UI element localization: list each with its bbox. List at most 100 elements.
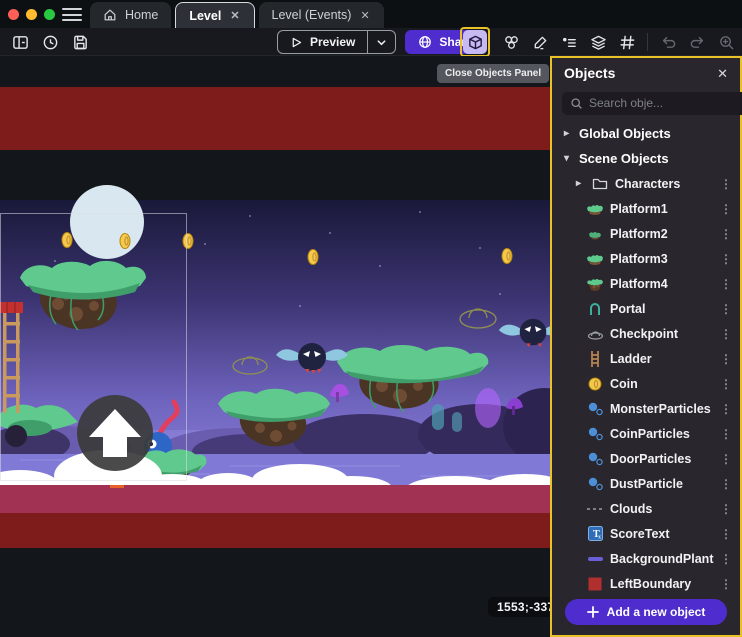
kebab-menu-icon[interactable]: ⋮ — [720, 502, 730, 516]
object-label: DustParticle — [610, 477, 714, 491]
save-icon[interactable] — [68, 30, 92, 54]
kebab-menu-icon[interactable]: ⋮ — [720, 177, 730, 191]
object-item-portal[interactable]: Portal ⋮ — [552, 296, 740, 321]
objects-tree: ▸ Global Objects ▾ Scene Objects ▸Charac… — [552, 118, 740, 591]
object-item-coinparticles[interactable]: CoinParticles⋮ — [552, 421, 740, 446]
object-item-platform3[interactable]: Platform3⋮ — [552, 246, 740, 271]
kebab-menu-icon[interactable]: ⋮ — [720, 577, 730, 591]
object-label: Platform1 — [610, 202, 714, 216]
portal-thumbnail — [586, 301, 604, 317]
kebab-menu-icon[interactable]: ⋮ — [720, 327, 730, 341]
play-icon — [290, 36, 303, 49]
section-scene-objects[interactable]: ▾ Scene Objects — [552, 146, 740, 171]
object-item-leftboundary[interactable]: LeftBoundary ⋮ — [552, 571, 740, 591]
object-label: Platform4 — [610, 277, 714, 291]
kebab-menu-icon[interactable]: ⋮ — [720, 527, 730, 541]
close-window-button[interactable] — [8, 9, 19, 20]
grid-icon[interactable] — [615, 30, 639, 54]
edit-pencil-icon[interactable] — [528, 30, 552, 54]
object-label: Coin — [610, 377, 714, 391]
caret-right-icon: ▸ — [576, 178, 585, 189]
home-icon — [103, 8, 117, 22]
particles-thumbnail — [586, 476, 604, 492]
preview-button[interactable]: Preview — [277, 30, 396, 54]
object-item-platform1[interactable]: Platform1 ⋮ — [552, 196, 740, 221]
object-label: BackgroundPlants — [610, 552, 714, 566]
maximize-window-button[interactable] — [44, 9, 55, 20]
section-global-objects[interactable]: ▸ Global Objects — [552, 121, 740, 146]
highlight-box — [460, 27, 490, 57]
tab-bar: Home Level ✕ Level (Events) ✕ — [90, 0, 384, 28]
object-item-doorparticles[interactable]: DoorParticles⋮ — [552, 446, 740, 471]
purple-bar-thumbnail — [586, 551, 604, 567]
folder-icon — [591, 176, 609, 192]
redo-icon[interactable] — [685, 30, 709, 54]
close-panel-icon[interactable]: ✕ — [717, 67, 728, 80]
object-item-ladder[interactable]: Ladder⋮ — [552, 346, 740, 371]
jump-arrow-button[interactable] — [77, 395, 153, 471]
tab-level[interactable]: Level ✕ — [175, 2, 254, 28]
object-item-checkpoint[interactable]: Checkpoint ⋮ — [552, 321, 740, 346]
object-search-box[interactable] — [562, 92, 742, 115]
objects-panel-title: Objects — [564, 65, 615, 81]
kebab-menu-icon[interactable]: ⋮ — [720, 402, 730, 416]
kebab-menu-icon[interactable]: ⋮ — [720, 552, 730, 566]
platform-dirt-thumbnail — [586, 276, 604, 292]
caret-down-icon: ▾ — [564, 153, 573, 164]
object-properties-icon[interactable] — [557, 30, 581, 54]
object-item-characters[interactable]: ▸Characters⋮ — [552, 171, 740, 196]
kebab-menu-icon[interactable]: ⋮ — [720, 352, 730, 366]
tab-level-events[interactable]: Level (Events) ✕ — [259, 2, 384, 28]
layers-icon[interactable] — [586, 30, 610, 54]
object-groups-icon[interactable] — [499, 30, 523, 54]
object-label: LeftBoundary — [610, 577, 714, 591]
kebab-menu-icon[interactable]: ⋮ — [720, 202, 730, 216]
bottom-boundary-band — [0, 513, 550, 548]
kebab-menu-icon[interactable]: ⋮ — [720, 427, 730, 441]
kebab-menu-icon[interactable]: ⋮ — [720, 227, 730, 241]
titlebar: Home Level ✕ Level (Events) ✕ — [0, 0, 742, 28]
moon[interactable] — [70, 185, 144, 259]
scene-editor-canvas[interactable]: 1553;-337 — [0, 56, 550, 637]
kebab-menu-icon[interactable]: ⋮ — [720, 252, 730, 266]
close-tab-icon[interactable]: ✕ — [229, 9, 240, 22]
game-scene[interactable] — [0, 56, 550, 637]
globe-icon — [418, 35, 432, 49]
object-search-input[interactable] — [589, 96, 742, 110]
preview-dropdown-icon[interactable] — [368, 37, 395, 48]
objects-panel-cube-icon[interactable] — [463, 30, 487, 54]
kebab-menu-icon[interactable]: ⋮ — [720, 477, 730, 491]
object-item-monsterparticles[interactable]: MonsterParticles ⋮ — [552, 396, 740, 421]
dashed-line-thumbnail — [586, 501, 604, 517]
object-item-platform4[interactable]: Platform4 ⋮ — [552, 271, 740, 296]
object-item-dustparticle[interactable]: DustParticle ⋮ — [552, 471, 740, 496]
object-label: Checkpoint — [610, 327, 714, 341]
tooltip: Close Objects Panel — [437, 64, 549, 83]
platform-thumbnail — [586, 251, 604, 267]
object-item-coin[interactable]: Coin ⋮ — [552, 371, 740, 396]
particles-thumbnail — [586, 426, 604, 442]
object-item-backgroundplants[interactable]: BackgroundPlants ⋮ — [552, 546, 740, 571]
tab-home[interactable]: Home — [90, 2, 171, 28]
text-thumbnail: Tx — [586, 526, 604, 542]
add-new-object-button[interactable]: Add a new object — [565, 599, 727, 625]
red-square-thumbnail — [586, 576, 604, 592]
minimize-window-button[interactable] — [26, 9, 37, 20]
close-tab-icon[interactable]: ✕ — [359, 9, 370, 22]
kebab-menu-icon[interactable]: ⋮ — [720, 302, 730, 316]
zoom-in-icon[interactable] — [714, 30, 738, 54]
undo-icon[interactable] — [656, 30, 680, 54]
object-item-scoretext[interactable]: TxScoreText⋮ — [552, 521, 740, 546]
kebab-menu-icon[interactable]: ⋮ — [720, 277, 730, 291]
object-item-platform2[interactable]: Platform2⋮ — [552, 221, 740, 246]
object-label: MonsterParticles — [610, 402, 714, 416]
toolbar: Preview Share — [0, 28, 742, 56]
history-icon[interactable] — [38, 30, 62, 54]
kebab-menu-icon[interactable]: ⋮ — [720, 452, 730, 466]
main-menu-icon[interactable] — [62, 8, 82, 21]
object-item-clouds[interactable]: Clouds⋮ — [552, 496, 740, 521]
kebab-menu-icon[interactable]: ⋮ — [720, 377, 730, 391]
open-panels-icon[interactable] — [8, 30, 32, 54]
object-label: Portal — [610, 302, 714, 316]
platform-thumbnail — [586, 201, 604, 217]
